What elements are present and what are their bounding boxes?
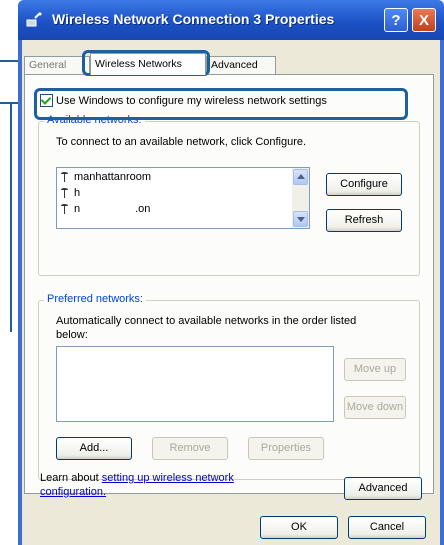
callout-leader-vertical — [10, 102, 12, 332]
preferred-networks-legend: Preferred networks: — [44, 293, 146, 305]
remove-button[interactable]: Remove — [152, 437, 228, 460]
list-item[interactable]: manhattanroom — [61, 171, 151, 183]
available-instruction: To connect to an available network, clic… — [56, 136, 307, 148]
preferred-instruction-below: below: — [56, 329, 88, 341]
move-up-button[interactable]: Move up — [344, 358, 406, 381]
add-button[interactable]: Add... — [56, 437, 132, 460]
cancel-button[interactable]: Cancel — [348, 516, 426, 539]
tab-general[interactable]: General — [24, 56, 90, 74]
list-item[interactable]: n .on — [61, 203, 150, 215]
preferred-networks-list[interactable] — [56, 346, 334, 422]
refresh-button[interactable]: Refresh — [326, 209, 402, 232]
network-name: manhattanroom — [74, 171, 152, 183]
properties-window: Wireless Network Connection 3 Properties… — [18, 0, 444, 545]
list-scrollbar[interactable] — [292, 168, 309, 228]
callout-config-checkbox — [34, 88, 408, 120]
network-name: h — [74, 187, 81, 199]
tab-advanced[interactable]: Advanced — [206, 56, 276, 74]
help-button[interactable]: ? — [384, 8, 408, 32]
learn-about-link-cont[interactable]: configuration. — [40, 486, 106, 498]
antenna-icon — [61, 204, 68, 214]
title-bar[interactable]: Wireless Network Connection 3 Properties… — [18, 0, 444, 40]
configure-button[interactable]: Configure — [326, 173, 402, 196]
window-title: Wireless Network Connection 3 Properties — [52, 11, 335, 27]
scroll-up-icon[interactable] — [293, 169, 308, 185]
list-item[interactable]: h — [61, 187, 80, 199]
available-networks-list[interactable]: manhattanroom h n .on — [56, 167, 310, 229]
preferred-instruction: Automatically connect to available netwo… — [56, 315, 357, 327]
advanced-button[interactable]: Advanced — [344, 477, 422, 500]
learn-about-text: Learn about setting up wireless network — [40, 472, 234, 484]
network-connection-icon — [26, 12, 42, 27]
network-name: n .on — [74, 203, 151, 215]
properties-button[interactable]: Properties — [248, 437, 324, 460]
ok-button[interactable]: OK — [260, 516, 338, 539]
antenna-icon — [61, 188, 68, 198]
move-down-button[interactable]: Move down — [344, 396, 406, 419]
scroll-down-icon[interactable] — [293, 211, 308, 227]
antenna-icon — [61, 172, 68, 182]
tab-wireless-networks[interactable]: Wireless Networks — [90, 53, 206, 75]
close-button[interactable]: X — [412, 8, 436, 32]
learn-about-link[interactable]: setting up wireless network — [102, 472, 234, 484]
learn-about-prefix: Learn about — [40, 472, 99, 484]
